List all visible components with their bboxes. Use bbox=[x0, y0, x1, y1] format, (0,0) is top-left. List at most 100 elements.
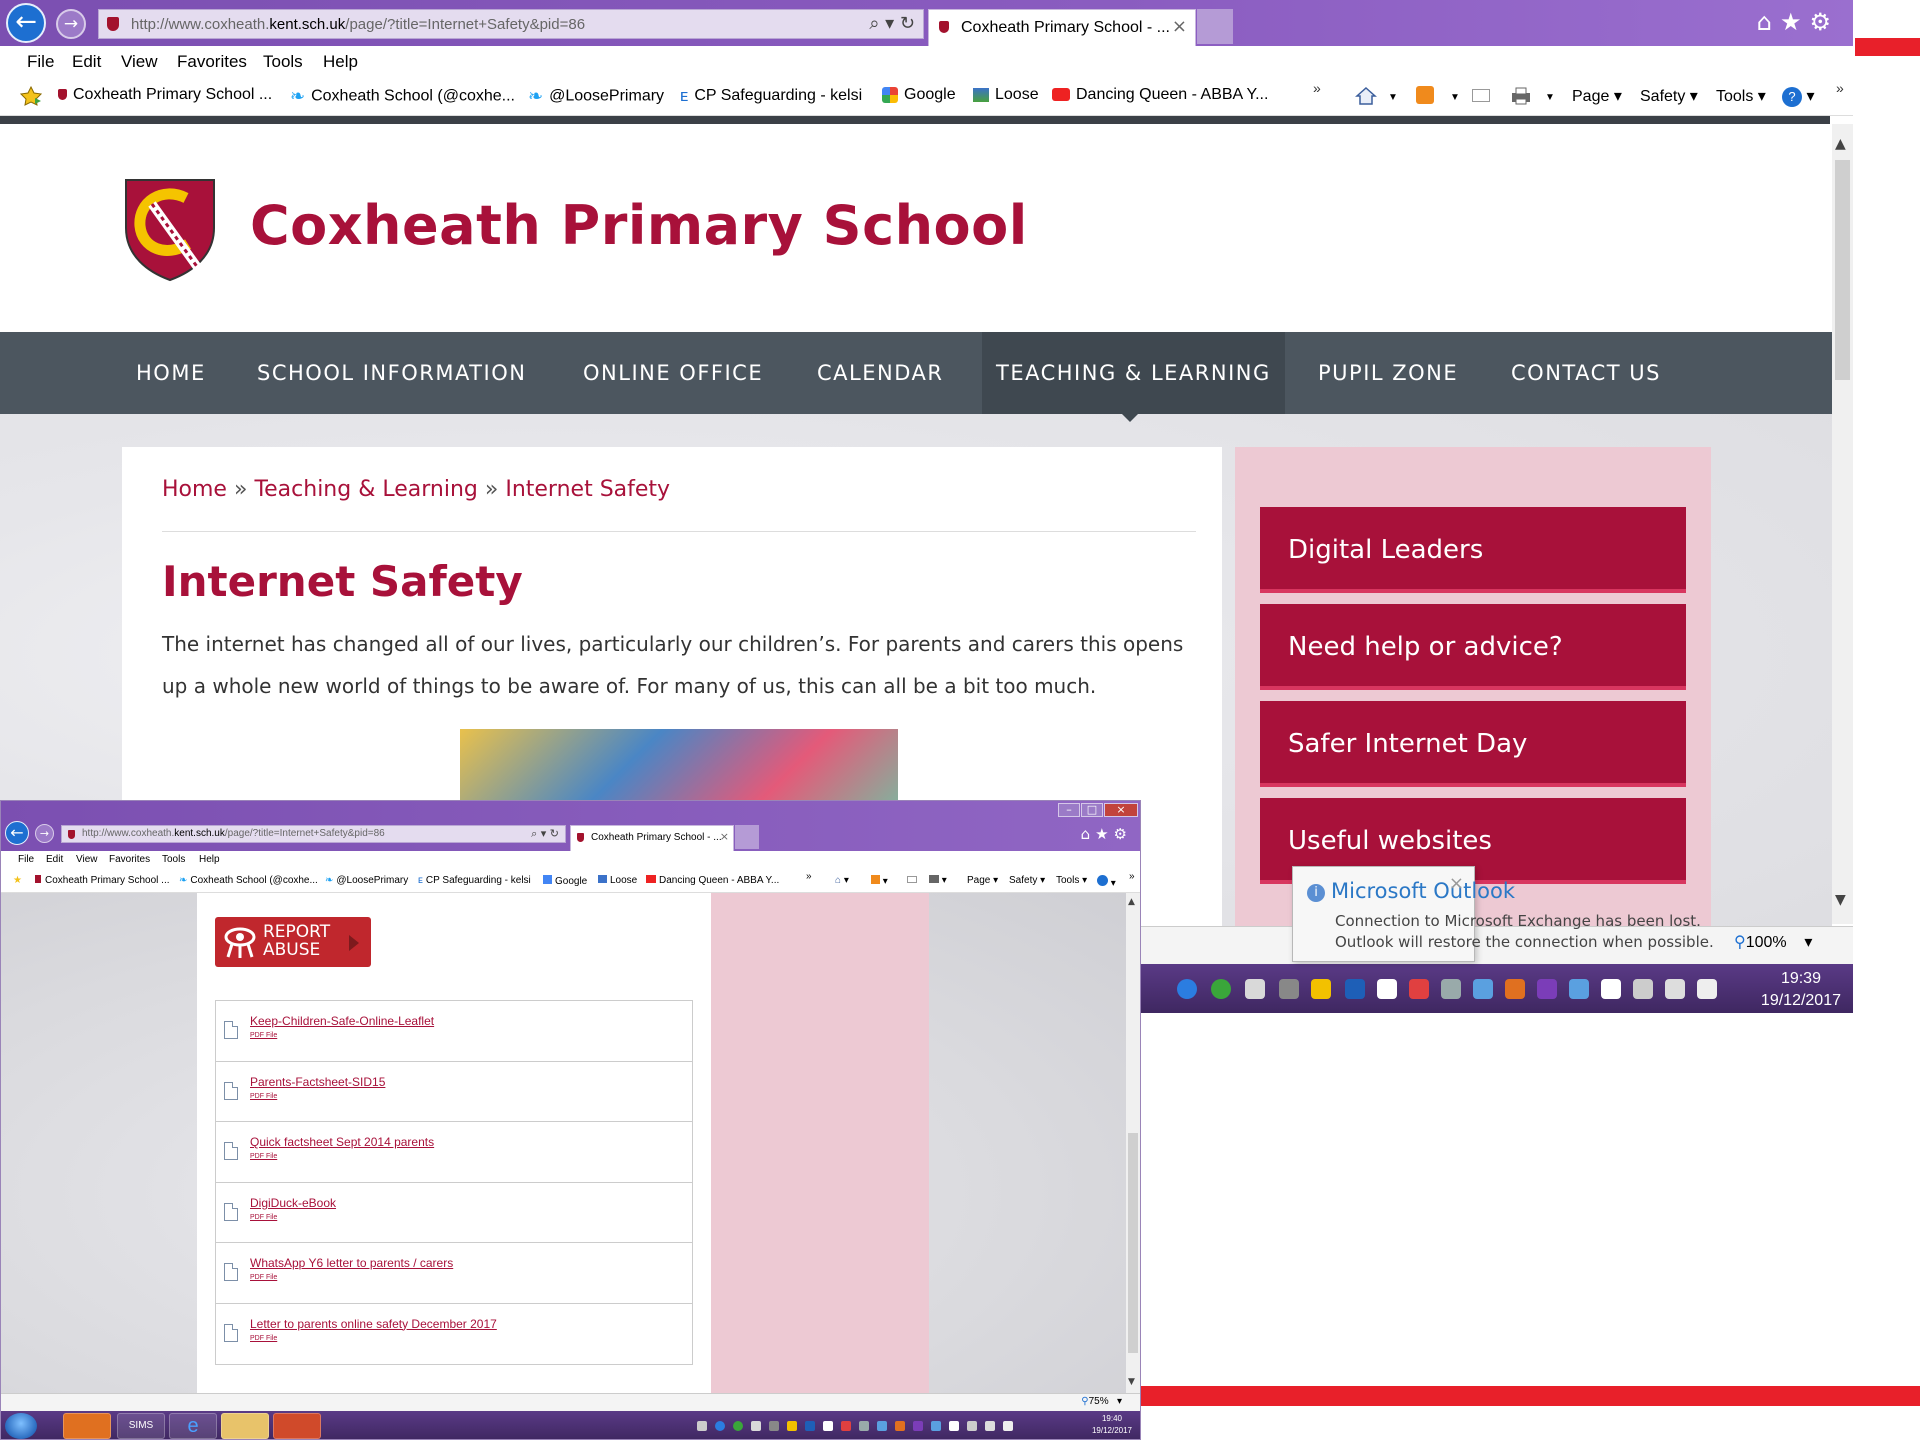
close-window-button[interactable]: × bbox=[1104, 803, 1138, 817]
zoom-level-secondary[interactable]: ⚲75% ▾ bbox=[1081, 1396, 1122, 1407]
menu-edit[interactable]: Edit bbox=[46, 854, 63, 865]
rss-dropdown-icon[interactable]: ▼ bbox=[1450, 92, 1460, 103]
shield-tray-icon[interactable] bbox=[1377, 979, 1397, 999]
page-menu[interactable]: Page ▾ bbox=[1572, 86, 1622, 106]
menu-favorites[interactable]: Favorites bbox=[177, 52, 247, 72]
menu-file[interactable]: File bbox=[27, 52, 54, 72]
outlook-alert-icon[interactable] bbox=[787, 1421, 797, 1431]
volume-icon[interactable] bbox=[1003, 1421, 1013, 1431]
favorite-link-looseprimary[interactable]: ❧ @LoosePrimary bbox=[528, 86, 664, 107]
nav-contact-us[interactable]: CONTACT US bbox=[1511, 332, 1661, 414]
help-icon[interactable]: ? ▾ bbox=[1782, 86, 1814, 107]
favorite-link-loose[interactable]: Loose bbox=[973, 86, 1039, 104]
nav-online-office[interactable]: ONLINE OFFICE bbox=[583, 332, 763, 414]
address-url[interactable]: http://www.coxheath.kent.sch.uk/page/?ti… bbox=[131, 16, 585, 33]
network-drive-icon[interactable] bbox=[769, 1421, 779, 1431]
signal-icon[interactable] bbox=[1633, 979, 1653, 999]
outlook-notification-panel[interactable]: i Microsoft Outlook × Connection to Micro… bbox=[1292, 866, 1714, 962]
notification-close-icon[interactable]: × bbox=[1449, 873, 1464, 894]
favorite-link-google[interactable]: Google bbox=[543, 875, 587, 887]
favorite-link-coxheath-twitter[interactable]: ❧ Coxheath School (@coxhe... bbox=[179, 875, 318, 886]
favorite-link-loose[interactable]: Loose bbox=[598, 875, 637, 886]
rss-feed-icon[interactable] bbox=[1416, 86, 1434, 109]
dropbox-icon[interactable] bbox=[751, 1421, 761, 1431]
bluetooth-icon[interactable] bbox=[1345, 979, 1365, 999]
document-row[interactable]: WhatsApp Y6 letter to parents / carers P… bbox=[216, 1243, 692, 1304]
address-url-secondary[interactable]: http://www.coxheath.kent.sch.uk/page/?ti… bbox=[82, 828, 385, 839]
system-clock[interactable]: 19:39 19/12/2017 bbox=[1761, 968, 1841, 1012]
document-row[interactable]: Quick factsheet Sept 2014 parents PDF Fi… bbox=[216, 1122, 692, 1183]
nav-teaching-learning[interactable]: TEACHING & LEARNING bbox=[982, 332, 1285, 414]
flag-icon[interactable] bbox=[949, 1421, 959, 1431]
favorite-link-coxheath-twitter[interactable]: ❧ Coxheath School (@coxhe... bbox=[290, 86, 515, 107]
favorite-link-dancing-queen[interactable]: Dancing Queen - ABBA Y... bbox=[1052, 86, 1268, 104]
outlook-alert-icon[interactable] bbox=[1311, 979, 1331, 999]
menu-edit[interactable]: Edit bbox=[72, 52, 101, 72]
outlook-taskbar-icon[interactable] bbox=[63, 1413, 111, 1439]
user-tray-icon[interactable] bbox=[1409, 979, 1429, 999]
rss-feed-icon[interactable]: ▾ bbox=[871, 875, 888, 887]
menu-tools[interactable]: Tools bbox=[263, 52, 303, 72]
shield-tray-icon[interactable] bbox=[823, 1421, 833, 1431]
favorite-link-cp-safeguarding[interactable]: ᴇ CP Safeguarding - kelsi bbox=[680, 86, 862, 106]
browser-tab-secondary[interactable]: Coxheath Primary School - ... × bbox=[570, 825, 734, 851]
menu-file[interactable]: File bbox=[18, 854, 34, 865]
file-explorer-taskbar-icon[interactable] bbox=[221, 1413, 269, 1439]
add-favorites-star-icon[interactable]: ★ bbox=[13, 875, 22, 886]
back-button-secondary[interactable]: ← bbox=[5, 821, 29, 845]
favorite-link-coxheath-site[interactable]: Coxheath Primary School ... bbox=[35, 875, 170, 886]
sync-icon[interactable] bbox=[1211, 979, 1231, 999]
no-entry-icon[interactable] bbox=[715, 1421, 725, 1431]
document-link[interactable]: Keep-Children-Safe-Online-Leaflet bbox=[250, 1014, 434, 1028]
document-type[interactable]: PDF File bbox=[250, 1214, 277, 1221]
dropbox-icon[interactable] bbox=[1245, 979, 1265, 999]
document-link[interactable]: Parents-Factsheet-SID15 bbox=[250, 1075, 385, 1089]
minimize-button[interactable]: – bbox=[1058, 803, 1080, 817]
home-dropdown-icon[interactable]: ▼ bbox=[1388, 92, 1398, 103]
read-mail-icon[interactable] bbox=[907, 875, 917, 886]
breadcrumb-home[interactable]: Home bbox=[162, 477, 227, 502]
document-type[interactable]: PDF File bbox=[250, 1093, 277, 1100]
read-mail-icon[interactable] bbox=[1472, 86, 1490, 107]
help-icon[interactable]: ▾ bbox=[1097, 875, 1116, 889]
new-tab-button[interactable] bbox=[1197, 9, 1233, 44]
sync-icon[interactable] bbox=[733, 1421, 743, 1431]
sidebar-link-safer-internet-day[interactable]: Safer Internet Day bbox=[1260, 701, 1686, 787]
forward-button[interactable]: → bbox=[56, 9, 86, 39]
app-tray-icon[interactable] bbox=[1473, 979, 1493, 999]
usb-icon[interactable] bbox=[1441, 979, 1461, 999]
address-bar[interactable]: http://www.coxheath.kent.sch.uk/page/?ti… bbox=[98, 9, 924, 39]
usb-icon[interactable] bbox=[859, 1421, 869, 1431]
scroll-thumb[interactable] bbox=[1128, 1133, 1138, 1353]
document-link[interactable]: Letter to parents online safety December… bbox=[250, 1317, 497, 1331]
nav-pupil-zone[interactable]: PUPIL ZONE bbox=[1318, 332, 1458, 414]
new-tab-button-secondary[interactable] bbox=[735, 825, 759, 849]
document-type[interactable]: PDF File bbox=[250, 1153, 277, 1160]
scroll-up-icon[interactable]: ▲ bbox=[1128, 897, 1135, 907]
favorite-link-looseprimary[interactable]: ❧ @LoosePrimary bbox=[325, 875, 408, 886]
volume-icon[interactable] bbox=[1697, 979, 1717, 999]
network-drive-icon[interactable] bbox=[1279, 979, 1299, 999]
nav-calendar[interactable]: CALENDAR bbox=[817, 332, 943, 414]
address-bar-secondary[interactable]: http://www.coxheath.kent.sch.uk/page/?ti… bbox=[61, 825, 566, 843]
safety-menu[interactable]: Safety ▾ bbox=[1009, 875, 1045, 886]
school-name[interactable]: Coxheath Primary School bbox=[250, 194, 1028, 257]
user-tray-icon[interactable] bbox=[841, 1421, 851, 1431]
document-type[interactable]: PDF File bbox=[250, 1274, 277, 1281]
tab-close-icon[interactable]: × bbox=[1172, 16, 1187, 37]
favorite-link-google[interactable]: Google bbox=[882, 86, 956, 104]
add-favorites-star-icon[interactable] bbox=[19, 85, 43, 111]
sims-taskbar-button[interactable]: SIMS bbox=[117, 1413, 165, 1439]
menu-favorites[interactable]: Favorites bbox=[109, 854, 150, 865]
document-type[interactable]: PDF File bbox=[250, 1032, 277, 1039]
onenote-icon[interactable] bbox=[1537, 979, 1557, 999]
home-icon[interactable] bbox=[1355, 86, 1377, 111]
forward-button-secondary[interactable]: → bbox=[35, 824, 54, 843]
address-tools-icons[interactable]: ⌕ ▾ ↻ bbox=[869, 13, 915, 34]
menu-help[interactable]: Help bbox=[323, 52, 358, 72]
home-favorites-settings-icons[interactable]: ⌂★⚙ bbox=[1757, 8, 1839, 36]
zoom-dropdown-icon[interactable]: ▾ bbox=[1117, 1396, 1122, 1407]
favorite-link-dancing-queen[interactable]: Dancing Queen - ABBA Y... bbox=[646, 875, 779, 886]
scroll-down-icon[interactable]: ▼ bbox=[1835, 892, 1846, 908]
menu-view[interactable]: View bbox=[121, 52, 158, 72]
